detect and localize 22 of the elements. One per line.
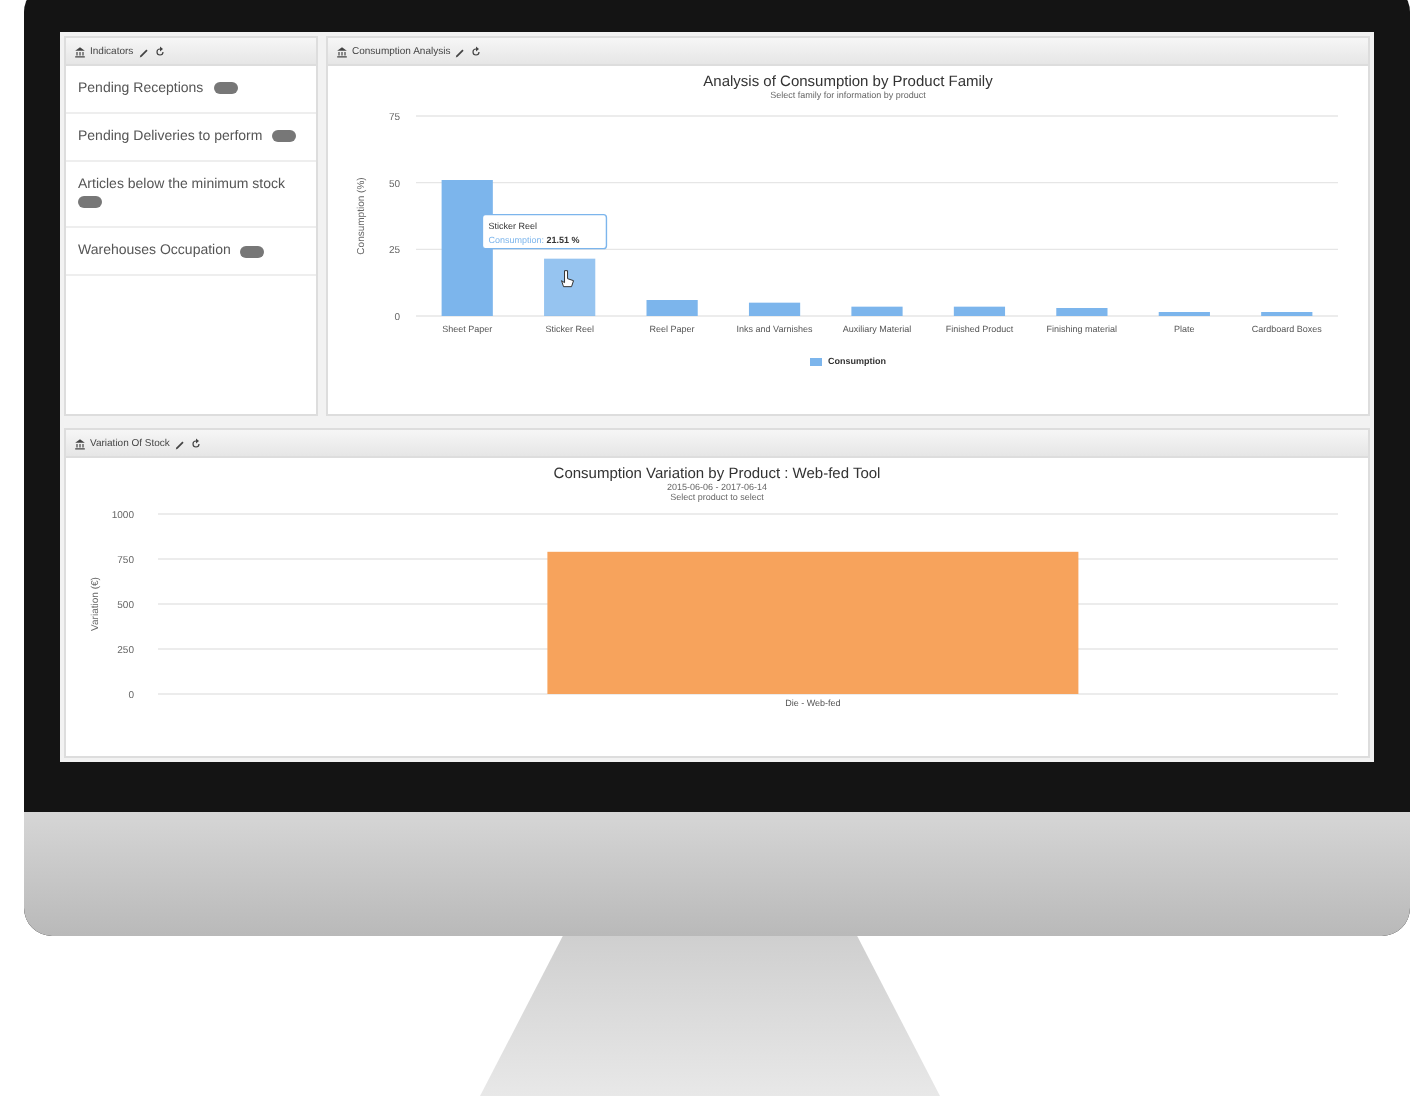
count-badge [272,130,297,143]
pencil-icon[interactable] [173,437,186,449]
count-badge [213,82,238,95]
chart-bar[interactable] [441,180,493,316]
chart-bar[interactable] [851,306,903,316]
bank-icon [74,437,86,449]
count-badge [240,245,265,258]
cursor-hand-icon [561,270,575,288]
chart-bar[interactable] [748,302,801,316]
refresh-icon[interactable] [189,437,202,449]
refresh-icon[interactable] [153,45,166,57]
refresh-icon[interactable] [470,45,483,57]
pencil-icon[interactable] [137,45,150,57]
count-badge [78,196,102,209]
bank-icon [336,45,348,57]
legend-swatch [810,357,822,365]
chart-bar[interactable] [646,300,698,316]
chart-bar[interactable] [953,306,1006,316]
chart-bar[interactable] [1056,308,1108,316]
pencil-icon[interactable] [454,45,467,57]
bank-icon [74,45,86,57]
chart-bar[interactable] [544,258,596,316]
